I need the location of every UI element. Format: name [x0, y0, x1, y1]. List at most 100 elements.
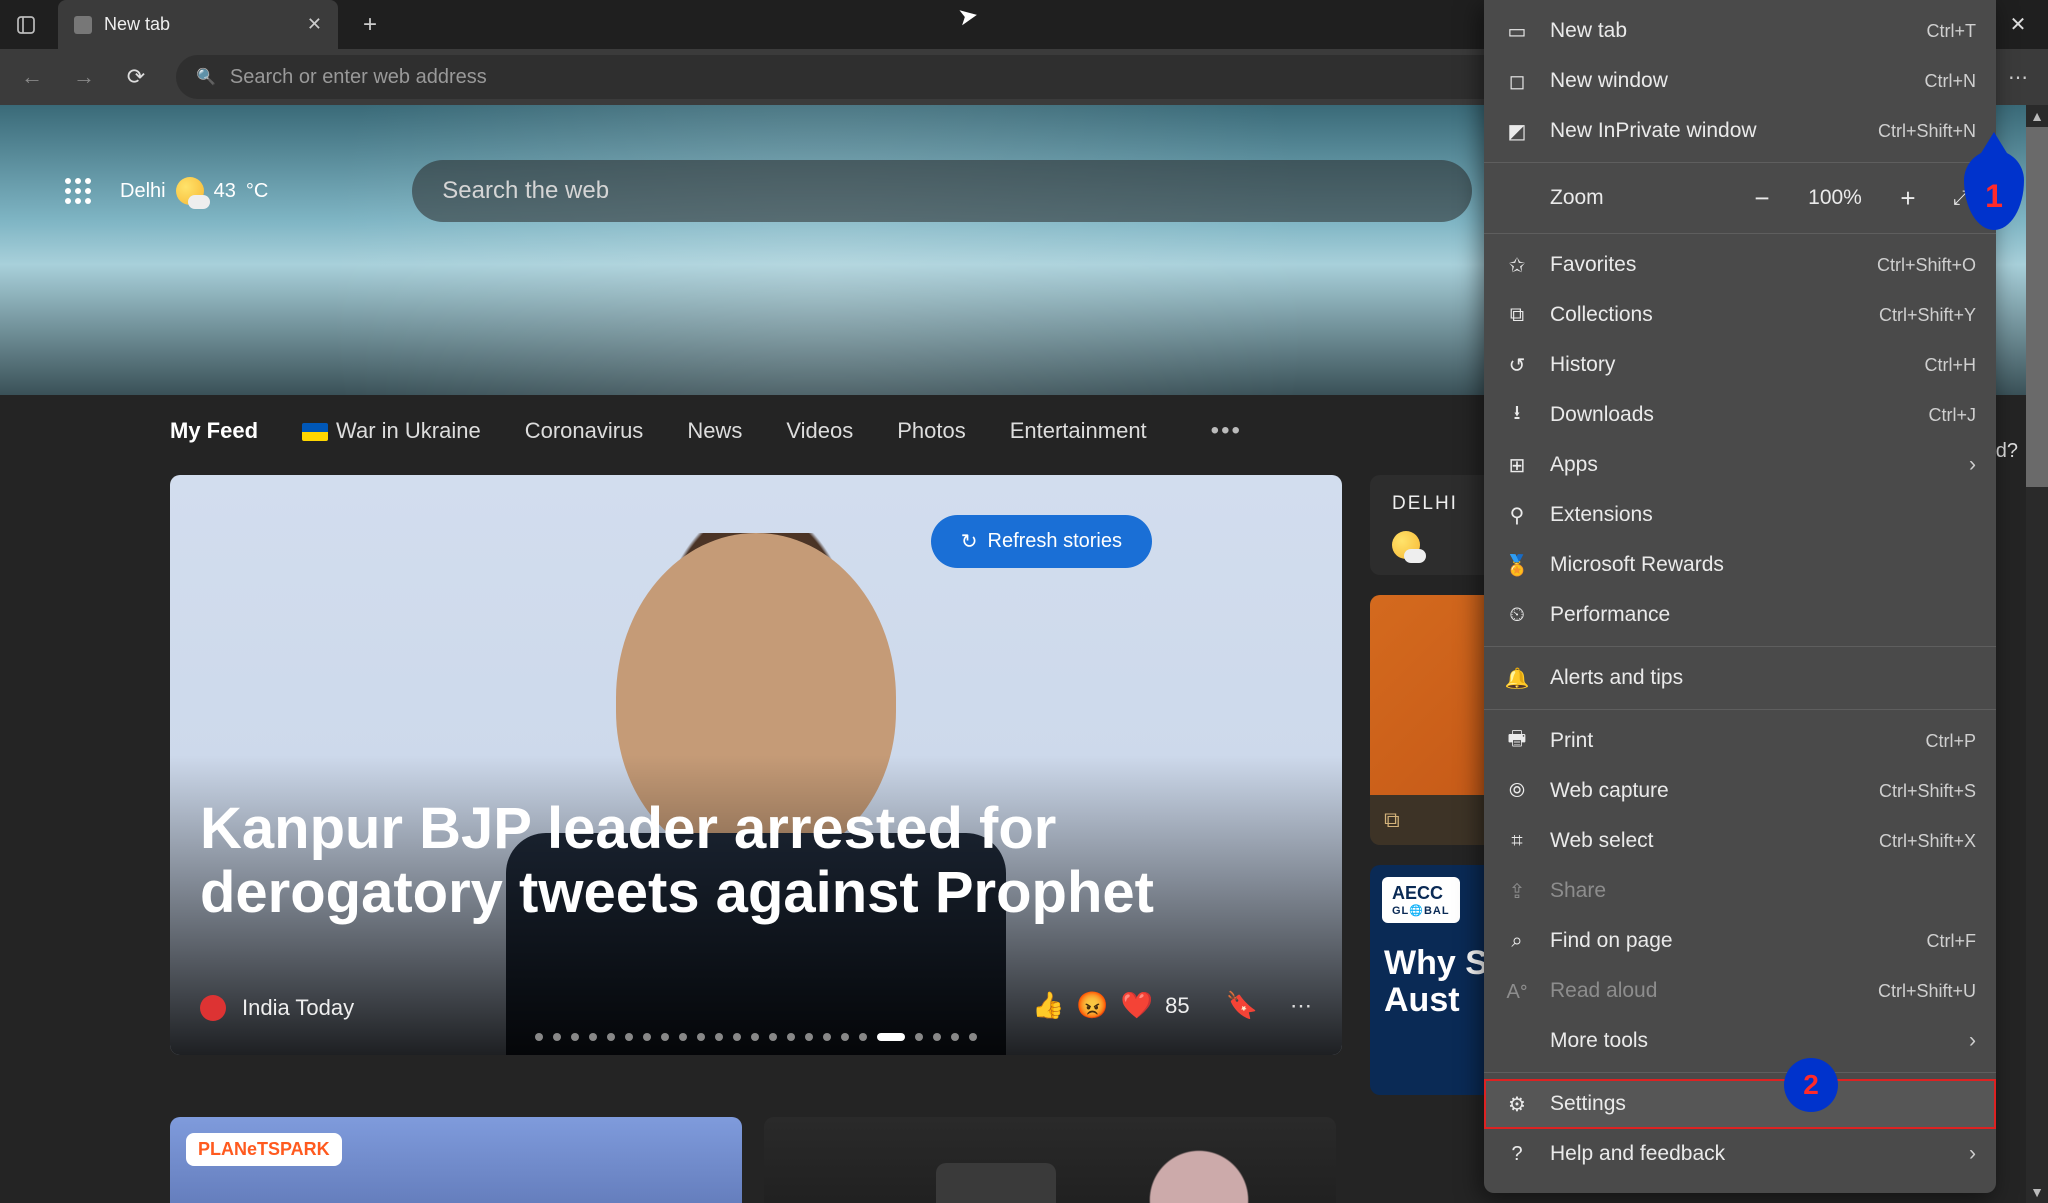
menu-item-label: Microsoft Rewards — [1550, 553, 1976, 577]
menu-item-settings[interactable]: ⚙Settings — [1484, 1079, 1996, 1129]
refresh-stories-label: Refresh stories — [988, 530, 1123, 553]
scroll-up-arrow[interactable]: ▲ — [2026, 105, 2048, 127]
scrollbar-thumb[interactable] — [2026, 127, 2048, 487]
angry-icon: 😡 — [1076, 990, 1108, 1021]
menu-item-label: New window — [1550, 69, 1904, 93]
menu-item-label: New InPrivate window — [1550, 119, 1858, 143]
annotation-marker-2: 2 — [1784, 1058, 1838, 1112]
web-search-input[interactable] — [442, 177, 1442, 205]
refresh-button[interactable]: ⟳ — [114, 55, 158, 99]
feed-tab-videos[interactable]: Videos — [786, 418, 853, 444]
app-launcher-button[interactable] — [60, 173, 96, 209]
forward-button[interactable]: → — [62, 55, 106, 99]
menu-item-icon: ⧉ — [1504, 304, 1530, 327]
zoom-out-button[interactable]: − — [1744, 183, 1780, 214]
menu-item-microsoft-rewards[interactable]: 🏅Microsoft Rewards — [1484, 540, 1996, 590]
menu-item-label: Collections — [1550, 303, 1859, 327]
bookmark-icon[interactable]: 🔖 — [1226, 990, 1258, 1021]
menu-item-read-aloud: AᐤRead aloudCtrl+Shift+U — [1484, 966, 1996, 1016]
back-button[interactable]: ← — [10, 55, 54, 99]
chevron-right-icon: › — [1969, 453, 1976, 477]
feed-tab-photos[interactable]: Photos — [897, 418, 966, 444]
weather-widget[interactable]: Delhi 43 °C — [120, 177, 268, 205]
menu-item-icon: 🔔 — [1504, 666, 1530, 691]
source-badge-icon — [200, 995, 226, 1021]
menu-item-performance[interactable]: ⏲Performance — [1484, 590, 1996, 640]
vertical-scrollbar[interactable]: ▲ ▼ — [2026, 105, 2048, 1203]
menu-item-icon: Aᐤ — [1504, 979, 1530, 1004]
lead-story-reactions[interactable]: 👍 😡 ❤️ 85 🔖 ⋯ — [1032, 990, 1312, 1021]
menu-item-shortcut: Ctrl+T — [1927, 21, 1977, 42]
tab-actions-button[interactable] — [0, 0, 52, 49]
menu-item-favorites[interactable]: ✩FavoritesCtrl+Shift+O — [1484, 240, 1996, 290]
menu-item-shortcut: Ctrl+P — [1925, 731, 1976, 752]
feed-tab-my-feed[interactable]: My Feed — [170, 418, 258, 444]
zoom-percent: 100% — [1800, 186, 1870, 210]
tab-actions-icon — [16, 15, 36, 35]
settings-and-more-button[interactable]: ⋯ — [1998, 57, 2038, 97]
menu-item-icon: ▭ — [1504, 19, 1530, 44]
menu-item-icon: ✩ — [1504, 253, 1530, 278]
feed-tab-coronavirus[interactable]: Coronavirus — [525, 418, 644, 444]
menu-item-shortcut: Ctrl+Shift+O — [1877, 255, 1976, 276]
menu-separator — [1484, 646, 1996, 647]
ad-headline: Why SAust — [1384, 945, 1488, 1020]
menu-item-new-window[interactable]: ◻New windowCtrl+N — [1484, 56, 1996, 106]
menu-item-apps[interactable]: ⊞Apps› — [1484, 440, 1996, 490]
browser-tab[interactable]: New tab ✕ — [58, 0, 338, 49]
annotation-marker-1: 1 — [1964, 150, 2024, 230]
feed-tab-war-in-ukraine[interactable]: War in Ukraine — [302, 418, 481, 444]
refresh-stories-button[interactable]: ↻ Refresh stories — [931, 515, 1152, 568]
feed-tab-entertainment[interactable]: Entertainment — [1010, 418, 1147, 444]
menu-item-label: Web capture — [1550, 779, 1859, 803]
feed-tab-more[interactable]: ••• — [1211, 417, 1242, 445]
menu-item-extensions[interactable]: ⚲Extensions — [1484, 490, 1996, 540]
window-close-button[interactable]: ✕ — [1988, 0, 2048, 49]
settings-and-more-menu: ▭New tabCtrl+T◻New windowCtrl+N◩New InPr… — [1484, 0, 1996, 1193]
menu-item-icon: ⌕ — [1504, 930, 1530, 953]
menu-item-new-inprivate-window[interactable]: ◩New InPrivate windowCtrl+Shift+N — [1484, 106, 1996, 156]
web-search-box[interactable] — [412, 160, 1472, 222]
menu-item-label: Performance — [1550, 603, 1976, 627]
chevron-right-icon: › — [1969, 1142, 1976, 1166]
menu-separator — [1484, 162, 1996, 163]
tab-close-button[interactable]: ✕ — [307, 14, 322, 35]
menu-item-collections[interactable]: ⧉CollectionsCtrl+Shift+Y — [1484, 290, 1996, 340]
weather-unit: °C — [246, 180, 268, 203]
card-more-icon[interactable]: ⋯ — [1290, 993, 1312, 1019]
chevron-right-icon: › — [1969, 1029, 1976, 1053]
menu-item-icon: ↺ — [1504, 353, 1530, 378]
menu-item-icon: ⦾ — [1504, 780, 1530, 803]
menu-item-history[interactable]: ↺HistoryCtrl+H — [1484, 340, 1996, 390]
weather-temperature: 43 — [214, 180, 236, 203]
menu-item-icon: ⌗ — [1504, 830, 1530, 853]
lead-story-card[interactable]: ↻ Refresh stories Kanpur BJP leader arre… — [170, 475, 1342, 1055]
menu-item-more-tools[interactable]: More tools› — [1484, 1016, 1996, 1066]
menu-item-label: Help and feedback — [1550, 1142, 1949, 1166]
menu-item-new-tab[interactable]: ▭New tabCtrl+T — [1484, 6, 1996, 56]
menu-item-web-capture[interactable]: ⦾Web captureCtrl+Shift+S — [1484, 766, 1996, 816]
menu-item-icon: ⚲ — [1504, 503, 1530, 528]
lead-story-source[interactable]: India Today — [200, 995, 354, 1021]
menu-item-downloads[interactable]: ⭳DownloadsCtrl+J — [1484, 390, 1996, 440]
menu-item-icon: ⇪ — [1504, 879, 1530, 904]
menu-item-help-and-feedback[interactable]: ?Help and feedback› — [1484, 1129, 1996, 1179]
menu-item-find-on-page[interactable]: ⌕Find on pageCtrl+F — [1484, 916, 1996, 966]
menu-item-web-select[interactable]: ⌗Web selectCtrl+Shift+X — [1484, 816, 1996, 866]
search-icon: 🔍 — [196, 67, 216, 87]
menu-item-print[interactable]: 🖶PrintCtrl+P — [1484, 716, 1996, 766]
thumbs-up-icon: 👍 — [1032, 990, 1064, 1021]
zoom-in-button[interactable]: + — [1890, 183, 1926, 214]
menu-separator — [1484, 709, 1996, 710]
new-tab-button[interactable]: + — [348, 3, 392, 47]
story-thumb-2[interactable]: HT — [764, 1117, 1336, 1203]
carousel-dots[interactable] — [535, 1033, 977, 1041]
menu-item-label: Find on page — [1550, 929, 1907, 953]
personalize-peek[interactable]: d? — [1996, 440, 2018, 463]
refresh-icon: ↻ — [961, 529, 978, 554]
story-thumb-1[interactable]: PLANeTSPARK — [170, 1117, 742, 1203]
menu-item-icon: 🖶 — [1504, 724, 1530, 758]
scroll-down-arrow[interactable]: ▼ — [2026, 1181, 2048, 1203]
feed-tab-news[interactable]: News — [687, 418, 742, 444]
menu-item-alerts-and-tips[interactable]: 🔔Alerts and tips — [1484, 653, 1996, 703]
